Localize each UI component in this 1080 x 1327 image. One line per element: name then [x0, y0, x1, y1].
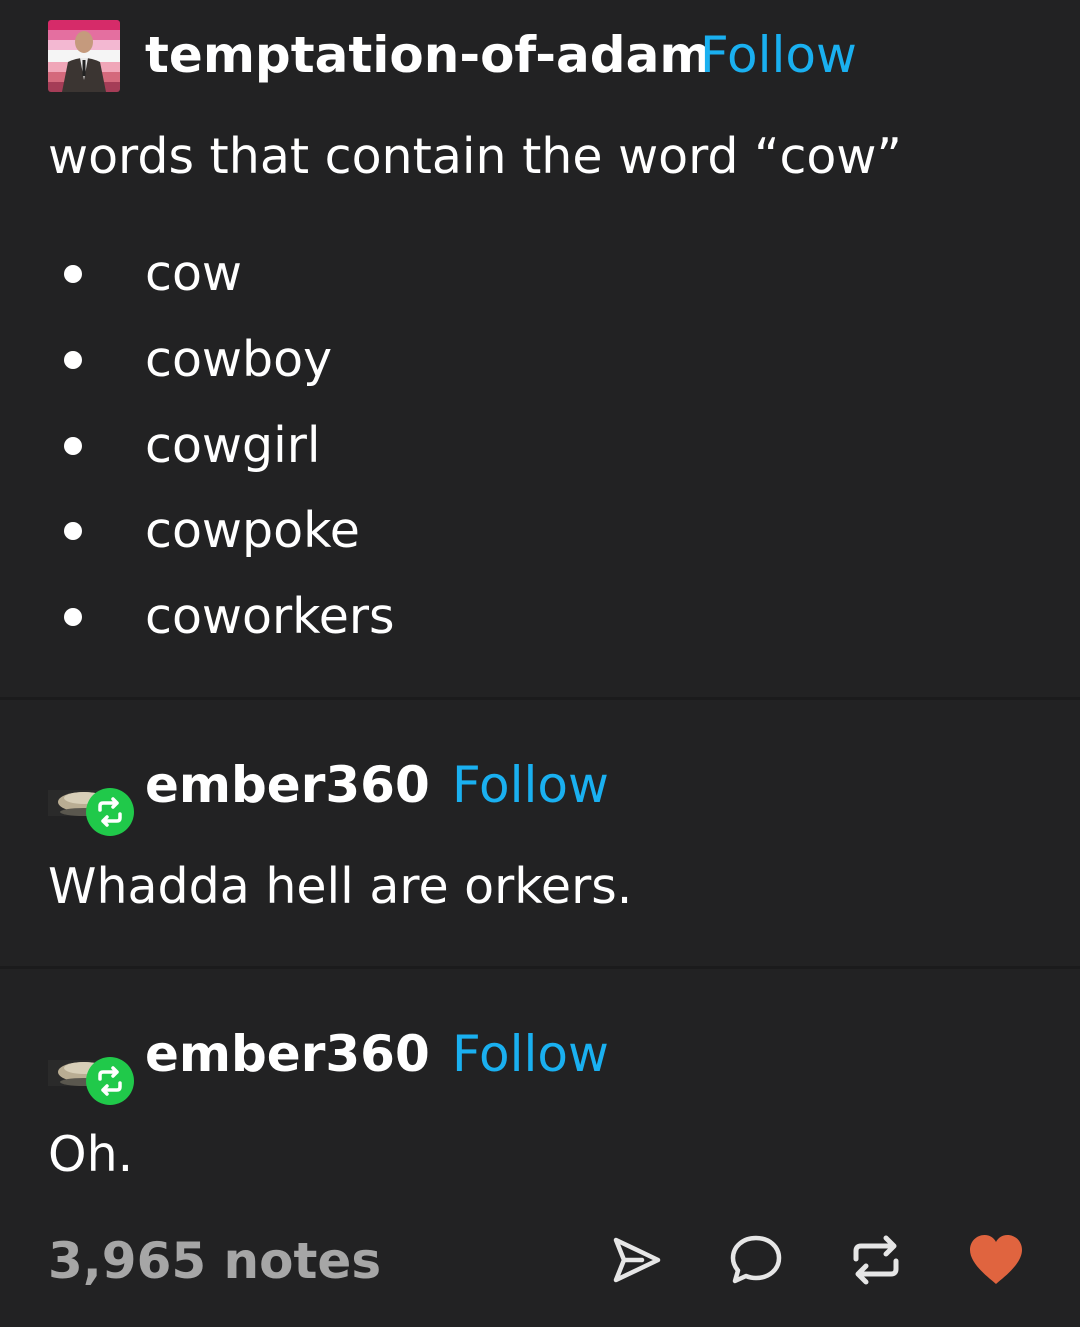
avatar[interactable] — [48, 20, 120, 92]
divider — [0, 966, 1080, 969]
list-item: coworkers — [145, 588, 395, 645]
list-item: cow — [145, 245, 242, 302]
divider — [0, 697, 1080, 700]
follow-button[interactable]: Follow — [452, 756, 609, 814]
post-title: words that contain the word “cow” — [48, 128, 902, 185]
list-item: cowboy — [145, 331, 333, 388]
share-icon[interactable] — [608, 1232, 664, 1288]
follow-button[interactable]: Follow — [452, 1025, 609, 1083]
reblog-text: Oh. — [48, 1126, 134, 1183]
like-icon[interactable] — [966, 1232, 1022, 1288]
bullet-icon — [64, 522, 82, 540]
reblog-badge-icon — [86, 788, 134, 836]
follow-button[interactable]: Follow — [700, 26, 857, 84]
list-item: cowpoke — [145, 502, 360, 559]
reblog-author-name[interactable]: ember360 — [145, 756, 430, 814]
post-author-name[interactable]: temptation-of-adam — [145, 26, 711, 84]
bullet-icon — [64, 265, 82, 283]
bullet-icon — [64, 437, 82, 455]
bullet-icon — [64, 351, 82, 369]
reblog-icon[interactable] — [848, 1232, 904, 1288]
bullet-icon — [64, 608, 82, 626]
comment-icon[interactable] — [728, 1232, 784, 1288]
list-item: cowgirl — [145, 417, 321, 474]
notes-count[interactable]: 3,965 notes — [48, 1232, 381, 1290]
reblog-text: Whadda hell are orkers. — [48, 858, 633, 915]
reblog-badge-icon — [86, 1057, 134, 1105]
reblog-author-name[interactable]: ember360 — [145, 1025, 430, 1083]
